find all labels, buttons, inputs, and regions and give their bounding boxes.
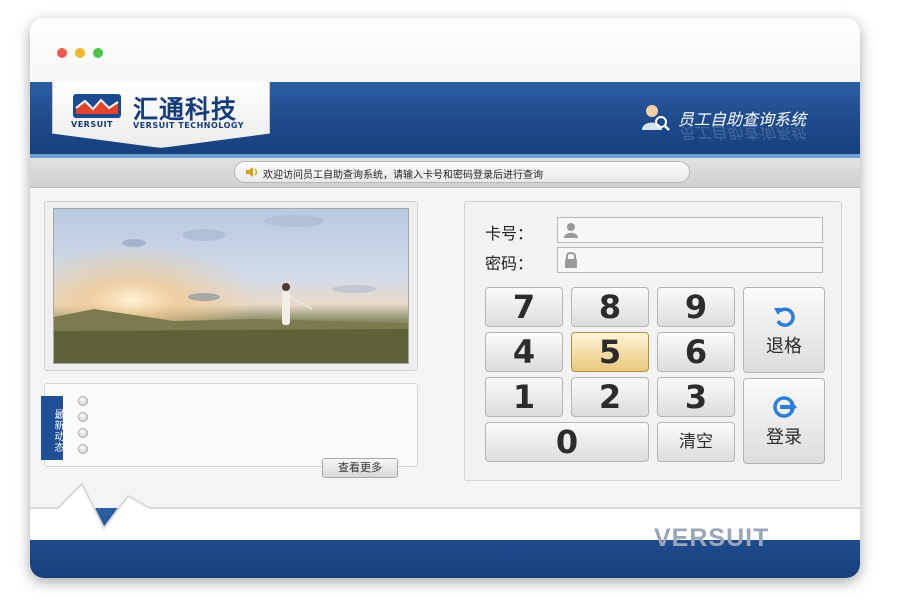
card-number-label: 卡号： — [485, 224, 534, 243]
backspace-button[interactable]: 退格 — [743, 287, 825, 373]
promo-video[interactable] — [53, 208, 409, 364]
maximize-window-button[interactable] — [93, 48, 103, 58]
notice-text: 欢迎访问员工自助查询系统，请输入卡号和密码登录后进行查询 — [263, 170, 543, 181]
close-window-button[interactable] — [57, 48, 67, 58]
versuit-logo-icon — [73, 94, 121, 118]
password-input[interactable] — [557, 247, 823, 273]
app-window: VERSUIT 汇通科技 VERSUIT TECHNOLOGY 员工自助查询系统… — [30, 18, 860, 578]
key-5[interactable]: 5 — [571, 332, 649, 372]
news-panel: 最新动态 — [41, 383, 418, 467]
undo-arrow-icon — [774, 307, 795, 327]
footer-logo: VERSUIT — [654, 524, 770, 552]
news-tag: 最新动态 — [41, 396, 63, 460]
login-label: 登录 — [766, 427, 802, 448]
title-bar — [30, 18, 860, 82]
user-search-icon — [642, 105, 670, 131]
brand-name-en: VERSUIT TECHNOLOGY — [133, 121, 245, 130]
news-bullet — [78, 412, 88, 422]
clear-button[interactable]: 清空 — [657, 422, 735, 462]
key-6[interactable]: 6 — [657, 332, 735, 372]
video-scene — [54, 209, 408, 363]
logo-mark-text: VERSUIT — [71, 120, 114, 129]
news-bullet — [78, 396, 88, 406]
key-7[interactable]: 7 — [485, 287, 563, 327]
user-icon — [564, 223, 578, 238]
key-0[interactable]: 0 — [485, 422, 649, 462]
key-8[interactable]: 8 — [571, 287, 649, 327]
speaker-icon — [246, 167, 258, 177]
card-number-input[interactable] — [557, 217, 823, 243]
login-arrow-icon — [773, 396, 797, 418]
video-panel — [44, 201, 418, 371]
system-title-reflection: 员工自助查询系统 — [678, 126, 807, 142]
lock-icon — [565, 252, 577, 268]
key-9[interactable]: 9 — [657, 287, 735, 327]
minimize-window-button[interactable] — [75, 48, 85, 58]
login-panel: 卡号： 密码： 7 8 9 4 5 6 1 2 3 0 清空 退格 登录 — [464, 201, 842, 481]
notice-marquee: 欢迎访问员工自助查询系统，请输入卡号和密码登录后进行查询 — [234, 161, 690, 183]
password-label: 密码： — [485, 254, 534, 273]
key-1[interactable]: 1 — [485, 377, 563, 417]
backspace-label: 退格 — [766, 336, 802, 357]
key-3[interactable]: 3 — [657, 377, 735, 417]
key-2[interactable]: 2 — [571, 377, 649, 417]
login-button[interactable]: 登录 — [743, 378, 825, 464]
news-bullet — [78, 444, 88, 454]
news-bullet — [78, 428, 88, 438]
key-4[interactable]: 4 — [485, 332, 563, 372]
